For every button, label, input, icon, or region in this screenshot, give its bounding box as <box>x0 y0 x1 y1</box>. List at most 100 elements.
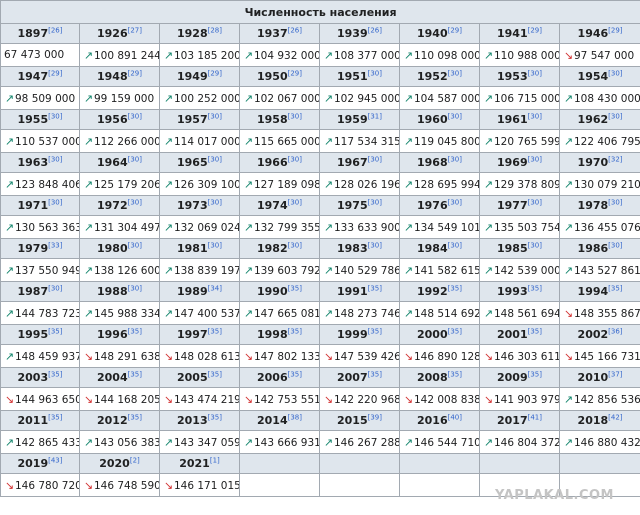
citation-link[interactable]: [30] <box>128 198 142 206</box>
citation-link[interactable]: [35] <box>288 327 302 335</box>
citation-link[interactable]: [37] <box>608 370 622 378</box>
citation-link[interactable]: [30] <box>448 69 462 77</box>
citation-link[interactable]: [30] <box>288 241 302 249</box>
citation-link[interactable]: [30] <box>128 241 142 249</box>
citation-link[interactable]: [30] <box>128 284 142 292</box>
population-cell: ↗127 189 098 <box>239 172 320 196</box>
citation-link[interactable]: [35] <box>208 327 222 335</box>
citation-link[interactable]: [30] <box>48 155 62 163</box>
citation-link[interactable]: [30] <box>528 198 542 206</box>
citation-link[interactable]: [35] <box>528 370 542 378</box>
citation-link[interactable]: [41] <box>528 413 542 421</box>
citation-link[interactable]: [30] <box>128 155 142 163</box>
citation-link[interactable]: [42] <box>608 413 622 421</box>
citation-link[interactable]: [38] <box>288 413 302 421</box>
citation-link[interactable]: [30] <box>528 241 542 249</box>
citation-link[interactable]: [2] <box>130 456 140 464</box>
citation-link[interactable]: [30] <box>448 112 462 120</box>
citation-link[interactable]: [30] <box>368 198 382 206</box>
citation-link[interactable]: [30] <box>448 155 462 163</box>
citation-link[interactable]: [30] <box>608 241 622 249</box>
citation-link[interactable]: [30] <box>608 198 622 206</box>
citation-link[interactable]: [30] <box>208 198 222 206</box>
citation-link[interactable]: [30] <box>48 198 62 206</box>
citation-link[interactable]: [30] <box>528 112 542 120</box>
citation-link[interactable]: [27] <box>128 26 142 34</box>
citation-link[interactable]: [35] <box>528 327 542 335</box>
year-cell: 1971[30] <box>0 195 80 216</box>
citation-link[interactable]: [43] <box>48 456 62 464</box>
decrease-arrow-icon: ↘ <box>163 349 174 363</box>
population-cell: ↘148 291 638 <box>79 344 160 368</box>
citation-link[interactable]: [35] <box>128 327 142 335</box>
citation-link[interactable]: [39] <box>368 413 382 421</box>
year-label: 1998 <box>257 328 288 341</box>
population-value: 112 266 000 <box>94 135 160 148</box>
citation-link[interactable]: [29] <box>128 69 142 77</box>
citation-link[interactable]: [29] <box>48 69 62 77</box>
citation-link[interactable]: [35] <box>368 284 382 292</box>
citation-link[interactable]: [35] <box>48 370 62 378</box>
population-cell: ↘142 220 968 <box>319 387 400 411</box>
citation-link[interactable]: [35] <box>448 327 462 335</box>
citation-link[interactable]: [29] <box>288 69 302 77</box>
citation-link[interactable]: [30] <box>448 241 462 249</box>
population-cell: ↗132 069 024 <box>159 215 240 239</box>
citation-link[interactable]: [36] <box>608 327 622 335</box>
year-label: 2020 <box>99 457 130 470</box>
citation-link[interactable]: [30] <box>208 155 222 163</box>
citation-link[interactable]: [35] <box>48 413 62 421</box>
increase-arrow-icon: ↗ <box>563 435 574 449</box>
citation-link[interactable]: [35] <box>608 284 622 292</box>
citation-link[interactable]: [33] <box>48 241 62 249</box>
citation-link[interactable]: [30] <box>448 198 462 206</box>
citation-link[interactable]: [30] <box>368 241 382 249</box>
citation-link[interactable]: [35] <box>128 413 142 421</box>
citation-link[interactable]: [29] <box>528 26 542 34</box>
increase-arrow-icon: ↗ <box>243 91 254 105</box>
citation-link[interactable]: [31] <box>368 112 382 120</box>
citation-link[interactable]: [30] <box>288 112 302 120</box>
citation-link[interactable]: [34] <box>208 284 222 292</box>
citation-link[interactable]: [30] <box>288 198 302 206</box>
citation-link[interactable]: [30] <box>128 112 142 120</box>
citation-link[interactable]: [35] <box>208 413 222 421</box>
citation-link[interactable]: [35] <box>288 284 302 292</box>
citation-link[interactable]: [30] <box>48 112 62 120</box>
citation-link[interactable]: [30] <box>528 69 542 77</box>
citation-link[interactable]: [35] <box>208 370 222 378</box>
citation-link[interactable]: [30] <box>528 155 542 163</box>
year-cell: 2014[38] <box>239 410 320 431</box>
year-label: 2015 <box>337 414 368 427</box>
year-label: 1999 <box>337 328 368 341</box>
citation-link[interactable]: [30] <box>608 69 622 77</box>
citation-link[interactable]: [40] <box>448 413 462 421</box>
citation-link[interactable]: [26] <box>288 26 302 34</box>
citation-link[interactable]: [26] <box>48 26 62 34</box>
year-cell: 1991[35] <box>319 281 400 302</box>
citation-link[interactable]: [29] <box>208 69 222 77</box>
citation-link[interactable]: [26] <box>368 26 382 34</box>
citation-link[interactable]: [35] <box>448 370 462 378</box>
citation-link[interactable]: [29] <box>448 26 462 34</box>
citation-link[interactable]: [30] <box>208 112 222 120</box>
citation-link[interactable]: [35] <box>288 370 302 378</box>
citation-link[interactable]: [35] <box>368 370 382 378</box>
citation-link[interactable]: [35] <box>368 327 382 335</box>
citation-link[interactable]: [35] <box>128 370 142 378</box>
increase-arrow-icon: ↗ <box>323 177 334 191</box>
citation-link[interactable]: [30] <box>368 155 382 163</box>
citation-link[interactable]: [1] <box>210 456 220 464</box>
citation-link[interactable]: [35] <box>448 284 462 292</box>
citation-link[interactable]: [29] <box>608 26 622 34</box>
citation-link[interactable]: [35] <box>528 284 542 292</box>
citation-link[interactable]: [32] <box>608 155 622 163</box>
citation-link[interactable]: [28] <box>208 26 222 34</box>
citation-link[interactable]: [30] <box>208 241 222 249</box>
citation-link[interactable]: [30] <box>48 284 62 292</box>
citation-link[interactable]: [35] <box>48 327 62 335</box>
year-label: 2001 <box>497 328 528 341</box>
citation-link[interactable]: [30] <box>288 155 302 163</box>
citation-link[interactable]: [30] <box>368 69 382 77</box>
citation-link[interactable]: [30] <box>608 112 622 120</box>
